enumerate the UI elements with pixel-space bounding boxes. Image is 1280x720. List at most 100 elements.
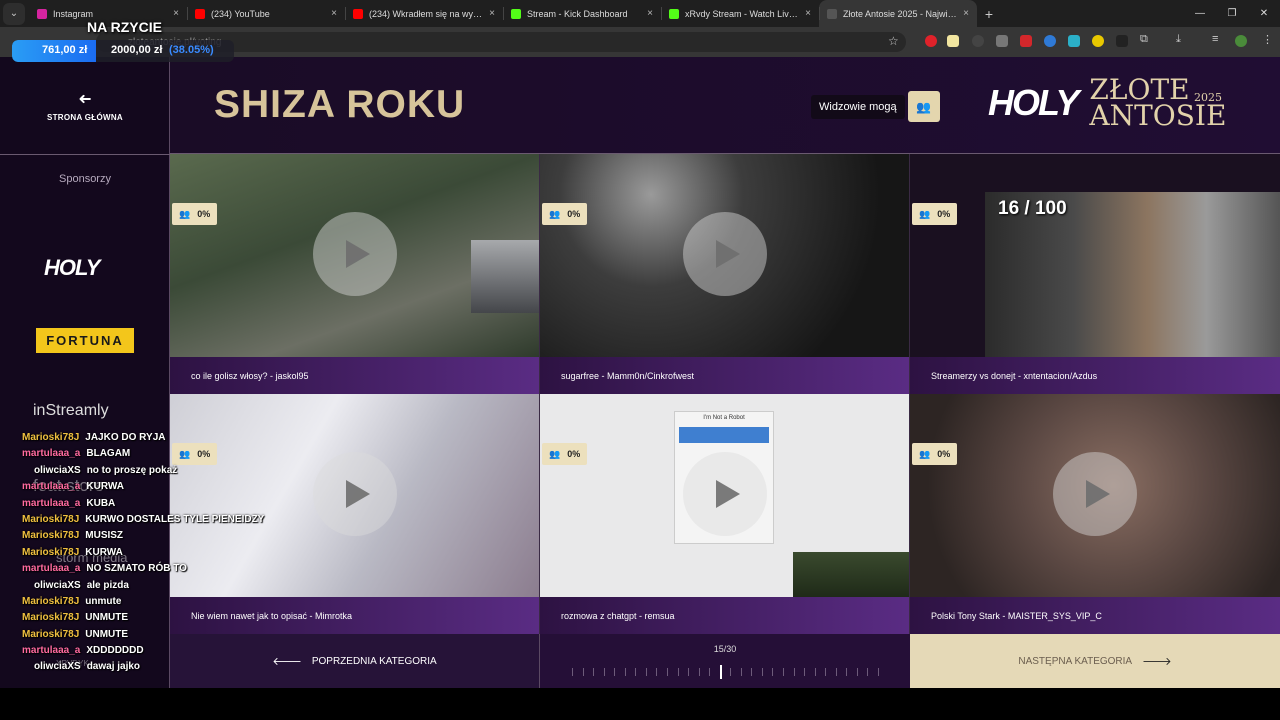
play-button-icon[interactable]: [313, 212, 397, 296]
nominees-grid: 👥 0% co ile golisz włosy? - jaskol95 👥 0% …: [170, 154, 1280, 634]
downloads-icon[interactable]: ⤓: [1176, 33, 1181, 46]
home-back-link[interactable]: ➜ STRONA GŁÓWNA: [0, 89, 170, 122]
progress-tick: [825, 668, 827, 676]
close-tab-icon[interactable]: ×: [331, 8, 337, 19]
close-tab-icon[interactable]: ×: [647, 8, 653, 19]
progress-tick: [846, 668, 848, 676]
extension-icon[interactable]: [947, 35, 959, 47]
captcha-title: I'm Not a Robot: [703, 415, 745, 421]
extension-icon[interactable]: [1092, 35, 1104, 47]
nominee-card[interactable]: 👥 0% sugarfree - Mamm0n/Cinkrofwest: [540, 154, 910, 394]
chat-message: martulaaa_a XDDDDDDD: [22, 645, 272, 661]
brand-year: 2025: [1194, 91, 1222, 104]
progress-tick: [656, 668, 658, 676]
back-label: STRONA GŁÓWNA: [46, 113, 124, 122]
chat-username: Marioski78J: [22, 628, 80, 640]
close-window-icon[interactable]: ✕: [1248, 0, 1280, 27]
percent-value: 0%: [567, 449, 581, 459]
nominee-card[interactable]: 👥 0% Polski Tony Stark - MAISTER_SYS_VIP_…: [910, 394, 1280, 634]
close-tab-icon[interactable]: ×: [963, 8, 969, 19]
sponsor-holy-logo[interactable]: HOLY: [44, 255, 100, 281]
progress-tick: [730, 668, 732, 676]
chat-username: Marioski78J: [22, 595, 80, 607]
chat-text: UNMUTE: [85, 628, 129, 640]
extension-icon[interactable]: [1044, 35, 1056, 47]
chat-username: Marioski78J: [22, 513, 80, 525]
tab-title: Stream - Kick Dashboard: [527, 8, 628, 19]
extension-icon[interactable]: [996, 35, 1008, 47]
browser-tab[interactable]: Stream - Kick Dashboard ×: [503, 0, 661, 27]
instagram-icon: [37, 8, 47, 19]
extension-icon[interactable]: [925, 35, 937, 47]
chat-text: dawaj jajko: [86, 661, 141, 673]
chat-message: Marioski78J KURWA: [22, 547, 272, 563]
progress-tick: [772, 668, 774, 676]
play-button-icon[interactable]: [1053, 452, 1137, 536]
chat-text: KURWO DOSTALES TYLE PIENEIDZY: [85, 513, 265, 525]
category-header: SHIZA ROKU Widzowie mogą 👥 HOLY ZŁOTE ANT…: [170, 57, 1280, 154]
chat-message: Marioski78J KURWO DOSTALES TYLE PIENEIDZY: [22, 514, 272, 530]
chat-message: oliwciaXS dawaj jajko: [22, 661, 272, 677]
goal-percent: (38.05%): [169, 44, 214, 56]
bookmark-star-icon[interactable]: ☆: [888, 34, 899, 48]
play-button-icon[interactable]: [683, 212, 767, 296]
browser-tab[interactable]: (234) YouTube ×: [187, 0, 345, 27]
users-icon[interactable]: 👥: [907, 91, 940, 122]
kick-icon: [511, 8, 521, 19]
goal-total: 2000,00 zł: [111, 44, 163, 56]
next-category-button[interactable]: NASTĘPNA KATEGORIA 🡒: [910, 634, 1280, 688]
tab-title: Instagram: [53, 8, 94, 19]
chat-message: Marioski78J UNMUTE: [22, 612, 272, 628]
progress-tick: [624, 668, 626, 676]
minimize-icon[interactable]: —: [1184, 0, 1216, 27]
tab-title: (234) Wkradłem się na wyspę Jeffreya: [369, 8, 484, 19]
nominee-caption: Polski Tony Stark - MAISTER_SYS_VIP_C: [910, 597, 1280, 634]
progress-tick: [856, 668, 858, 676]
sponsor-instreamly-logo[interactable]: inStreamly: [33, 402, 109, 420]
progress-tick: [645, 668, 647, 676]
extension-icon[interactable]: [1116, 35, 1128, 47]
next-label: NASTĘPNA KATEGORIA: [1018, 655, 1133, 667]
chat-message: oliwciaXS no to proszę pokaż: [22, 465, 272, 481]
close-tab-icon[interactable]: ×: [173, 8, 179, 19]
play-button-icon[interactable]: [313, 452, 397, 536]
chat-message: martulaaa_a NO SZMATO RÓB TO: [22, 563, 272, 579]
restore-icon[interactable]: ❐: [1216, 0, 1248, 27]
close-tab-icon[interactable]: ×: [489, 8, 495, 19]
percent-value: 0%: [937, 449, 951, 459]
chat-username: Marioski78J: [22, 612, 80, 624]
extension-icon[interactable]: [1020, 35, 1032, 47]
chat-text: KURWA: [86, 481, 124, 493]
sponsor-fortuna-logo[interactable]: FORTUNA: [36, 328, 134, 353]
tab-title: (234) YouTube: [211, 8, 270, 19]
chat-text: XDDDDDDD: [86, 645, 144, 657]
goal-counter: 16 / 100: [998, 198, 1067, 219]
percent-value: 0%: [937, 209, 951, 219]
progress-tick: [582, 668, 584, 676]
vote-percent-badge: 👥 0%: [542, 443, 588, 465]
extensions-puzzle-icon[interactable]: ⧉: [1140, 33, 1148, 46]
browser-tab[interactable]: xRvdy Stream - Watch Live on Kick ×: [661, 0, 819, 27]
media-queue-icon[interactable]: ≡: [1212, 33, 1218, 45]
browser-tab[interactable]: (234) Wkradłem się na wyspę Jeffreya ×: [345, 0, 503, 27]
viewers-vote-indicator[interactable]: Widzowie mogą 👥: [811, 91, 940, 122]
category-pagination: 🡐 POPRZEDNIA KATEGORIA 15/30 NASTĘPNA KAT…: [170, 634, 1280, 688]
tab-search-button[interactable]: ⌄: [3, 2, 25, 25]
new-tab-button[interactable]: +: [977, 6, 1001, 22]
extension-icon[interactable]: [972, 35, 984, 47]
progress-tick: [593, 668, 595, 676]
play-button-icon[interactable]: [683, 452, 767, 536]
browser-tab-active[interactable]: Złote Antosie 2025 - Największe ×: [819, 0, 977, 27]
users-icon: 👥: [179, 208, 191, 219]
close-tab-icon[interactable]: ×: [805, 8, 811, 19]
nominee-card[interactable]: 16 / 100 👥 0% Streamerzy vs donejt - xnte…: [910, 154, 1280, 394]
donation-goal-bar: 761,00 zł 2000,00 zł (38.05%): [12, 40, 234, 62]
browser-menu-icon[interactable]: ⋮: [1262, 33, 1273, 46]
chat-text: ale pizda: [86, 579, 129, 591]
extension-icon[interactable]: [1068, 35, 1080, 47]
progress-tick: [666, 668, 668, 676]
category-title: SHIZA ROKU: [214, 83, 466, 126]
nominee-card[interactable]: I'm Not a Robot 👥 0% rozmowa z chatgpt - …: [540, 394, 910, 634]
nominee-card[interactable]: 👥 0% co ile golisz włosy? - jaskol95: [170, 154, 540, 394]
profile-avatar[interactable]: [1235, 35, 1247, 47]
